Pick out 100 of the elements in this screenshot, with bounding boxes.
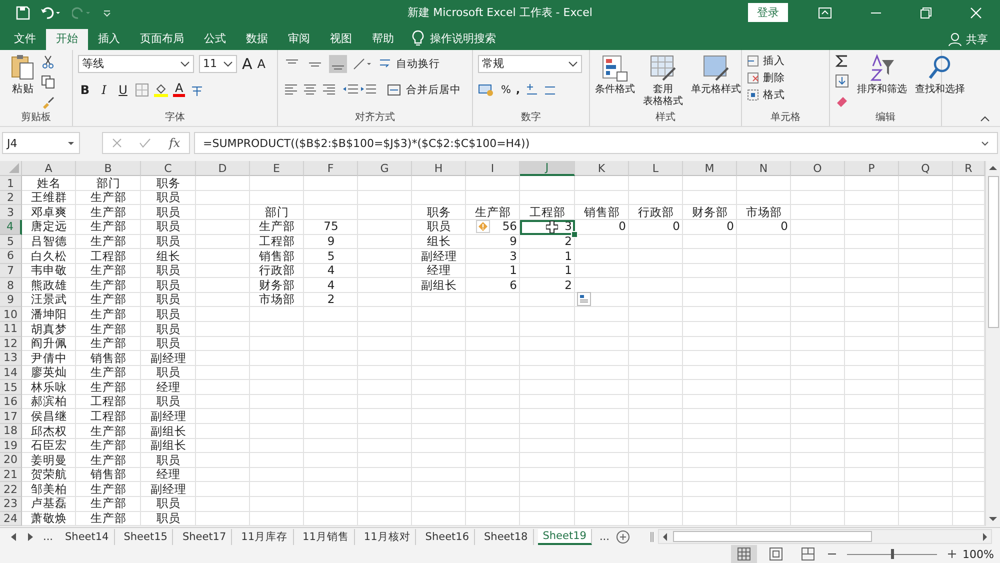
row-header[interactable]: 20 — [0, 453, 22, 468]
number-format-field[interactable]: 常规 — [478, 54, 582, 73]
ribbon-tab[interactable]: 开始 — [46, 28, 88, 50]
paste-button[interactable]: 粘贴 — [12, 82, 34, 96]
comma-button[interactable]: , — [516, 84, 520, 96]
row-header[interactable]: 14 — [0, 366, 22, 380]
table-cell-text: 生产部 — [90, 336, 128, 352]
column-header[interactable]: L — [629, 161, 683, 176]
column-header[interactable]: D — [196, 161, 250, 176]
name-box[interactable]: J4 — [2, 132, 80, 154]
row-header[interactable]: 24 — [0, 512, 22, 526]
row-header[interactable]: 7 — [0, 264, 22, 278]
more-sheets-button[interactable]: ... — [596, 528, 612, 545]
column-header[interactable]: H — [412, 161, 466, 176]
row-header[interactable]: 4 — [0, 220, 22, 235]
row-header[interactable]: 21 — [0, 468, 22, 482]
sign-in-button[interactable]: 登录 — [748, 3, 788, 22]
table-cell-text: 销售部 — [90, 468, 128, 482]
row-header[interactable]: 16 — [0, 394, 22, 410]
ribbon-tab[interactable]: 视图 — [320, 28, 362, 50]
column-header[interactable]: E — [250, 161, 304, 176]
table-cell-text: 部门 — [96, 176, 122, 191]
column-header[interactable]: N — [737, 161, 791, 176]
row-header[interactable]: 9 — [0, 292, 22, 308]
sort-filter-button[interactable]: 排序和筛选 — [857, 54, 907, 96]
table-cell-text: 职员 — [156, 322, 182, 337]
column-header[interactable]: C — [141, 161, 196, 176]
bold-button[interactable]: B — [78, 82, 92, 97]
column-header[interactable]: F — [304, 161, 358, 176]
table-cell-text: 卢基磊 — [30, 496, 68, 512]
row-header[interactable]: 13 — [0, 351, 22, 366]
table-cell-text: 副组长 — [150, 424, 188, 439]
wrap-text-button[interactable]: 自动换行 — [396, 56, 440, 71]
row-header[interactable]: 6 — [0, 249, 22, 264]
table-cell-text: 2 — [326, 292, 336, 308]
table-cell-text: 廖英灿 — [30, 366, 68, 380]
row-header[interactable]: 12 — [0, 336, 22, 352]
font-name-field[interactable]: 等线 — [78, 54, 194, 73]
column-header[interactable]: A — [22, 161, 76, 176]
row-header[interactable]: 10 — [0, 307, 22, 322]
grow-font-button[interactable]: A — [242, 54, 252, 73]
shrink-font-button[interactable]: A — [257, 56, 266, 71]
delete-button[interactable]: 删除 — [747, 70, 824, 85]
row-header[interactable]: 23 — [0, 496, 22, 512]
percent-button[interactable]: % — [501, 84, 511, 96]
format-button[interactable]: 格式 — [747, 88, 824, 102]
row-header[interactable]: 22 — [0, 482, 22, 497]
table-cell-text: 生产部 — [90, 496, 128, 512]
ribbon-tab[interactable]: 页面布局 — [130, 28, 194, 50]
column-header[interactable]: I — [466, 161, 520, 176]
cell-styles-button[interactable]: 单元格样式 — [691, 54, 741, 96]
ribbon-tab[interactable]: 数据 — [236, 28, 278, 50]
row-header[interactable]: 2 — [0, 190, 22, 206]
zoom-level[interactable]: 100% — [962, 548, 994, 560]
font-size-field[interactable]: 11 — [199, 54, 237, 73]
row-header[interactable]: 8 — [0, 278, 22, 293]
group-label: 字体 — [165, 110, 185, 124]
row-header[interactable]: 1 — [0, 176, 22, 191]
more-sheets-button[interactable]: ... — [40, 528, 56, 545]
ribbon-tab[interactable]: 帮助 — [362, 28, 404, 50]
format-as-table-button[interactable]: 套用 表格格式 — [643, 54, 683, 109]
ribbon-tab[interactable]: 审阅 — [278, 28, 320, 50]
table-cell-text: 石臣宏 — [30, 438, 68, 454]
row-header[interactable]: 19 — [0, 438, 22, 454]
italic-button[interactable]: I — [97, 82, 111, 97]
column-header[interactable]: J — [520, 161, 575, 176]
column-header[interactable]: Q — [899, 161, 953, 176]
ribbon-tab[interactable]: 公式 — [194, 28, 236, 50]
row-header[interactable]: 5 — [0, 234, 22, 250]
row-header[interactable]: 17 — [0, 409, 22, 424]
insert-function-button[interactable]: fx — [168, 136, 180, 150]
find-select-button[interactable]: 查找和选择 — [915, 54, 965, 96]
column-header[interactable]: M — [683, 161, 737, 176]
column-header[interactable]: R — [953, 161, 985, 176]
ribbon-tab[interactable]: 文件 — [4, 28, 46, 50]
column-header[interactable]: K — [575, 161, 629, 176]
insert-button[interactable]: 插入 — [747, 54, 824, 68]
table-cell-text: 生产部 — [90, 453, 128, 468]
row-header[interactable]: 15 — [0, 380, 22, 395]
merge-center-button[interactable]: 合并后居中 — [406, 82, 461, 97]
table-cell-text: 阎升佩 — [30, 336, 68, 352]
share-button[interactable]: 共享 — [966, 28, 988, 50]
column-header[interactable]: P — [845, 161, 899, 176]
column-header[interactable]: O — [791, 161, 845, 176]
table-cell-text: 生产部 — [90, 264, 128, 278]
row-header[interactable]: 18 — [0, 424, 22, 439]
column-header[interactable]: G — [358, 161, 412, 176]
table-cell-text: 生产部 — [90, 512, 128, 526]
table-cell-text: 部门 — [264, 205, 290, 220]
tell-me-search[interactable]: 操作说明搜索 — [430, 28, 496, 50]
row-header[interactable]: 3 — [0, 205, 22, 220]
column-header[interactable]: B — [76, 161, 141, 176]
table-cell-text: 1 — [564, 249, 573, 264]
formula-field[interactable]: =SUMPRODUCT(($B$2:$B$100=$J$3)*($C$2:$C$100=H4)) — [194, 132, 998, 154]
font-color-button[interactable]: A — [173, 82, 186, 97]
conditional-format-button[interactable]: 条件格式 — [595, 54, 635, 96]
ribbon-tab[interactable]: 插入 — [88, 28, 130, 50]
sheet-tab[interactable]: Sheet19 — [538, 528, 592, 545]
row-header[interactable]: 11 — [0, 322, 22, 337]
underline-button[interactable]: U — [116, 82, 130, 97]
